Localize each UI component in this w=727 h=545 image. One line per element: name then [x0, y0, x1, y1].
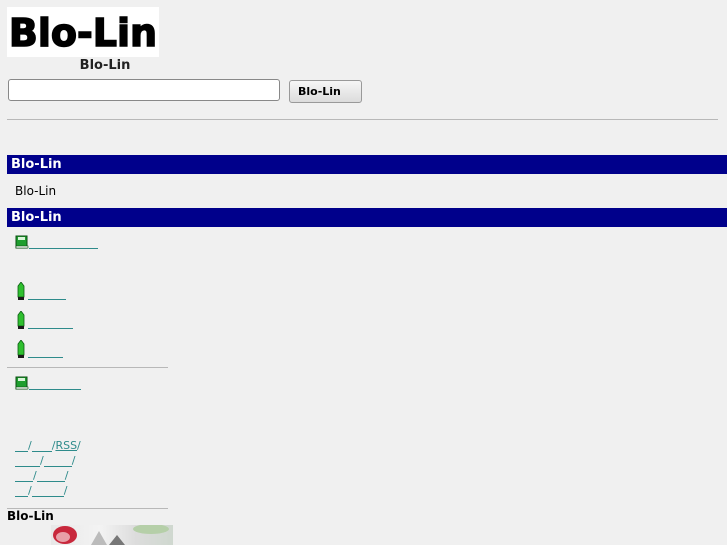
- list-divider: [7, 367, 168, 368]
- thumbnail-image[interactable]: [51, 525, 173, 545]
- thumbnail-graphic: [53, 525, 169, 545]
- path-link[interactable]: [15, 469, 33, 482]
- path-link[interactable]: [15, 439, 28, 452]
- path-link[interactable]: [31, 439, 52, 452]
- pencil-icon: [17, 310, 25, 329]
- pencil-icon: [17, 281, 25, 300]
- pencil-icon: [17, 339, 25, 358]
- site-logo[interactable]: Blo-Lin: [7, 7, 159, 57]
- category-item[interactable]: [15, 235, 98, 249]
- section-bar: Blo-Lin: [7, 208, 727, 227]
- book-icon: [15, 376, 29, 390]
- search-input[interactable]: [8, 79, 280, 101]
- path-link[interactable]: [31, 484, 64, 497]
- path-links: / /: [15, 484, 67, 497]
- category-link[interactable]: [29, 376, 81, 390]
- entry-item[interactable]: [17, 310, 73, 329]
- path-link[interactable]: [15, 484, 28, 497]
- path-links: / /: [15, 469, 68, 482]
- category-link[interactable]: [29, 235, 98, 249]
- path-links: //RSS/: [15, 439, 81, 452]
- section-bar: Blo-Lin: [7, 155, 727, 174]
- search-button[interactable]: Blo-Lin: [289, 80, 362, 103]
- entry-item[interactable]: [17, 339, 63, 358]
- section-text: Blo-Lin: [15, 184, 57, 198]
- site-name: Blo-Lin: [79, 58, 131, 73]
- path-link[interactable]: [15, 454, 40, 467]
- path-link[interactable]: [43, 454, 72, 467]
- entry-link[interactable]: [25, 286, 66, 300]
- header-divider: [7, 119, 718, 120]
- book-icon: [15, 235, 29, 249]
- logo-image: Blo-Lin: [9, 10, 157, 55]
- entry-item[interactable]: [17, 281, 66, 300]
- footer-title: Blo-Lin: [7, 509, 54, 523]
- category-item[interactable]: [15, 376, 81, 390]
- entry-link[interactable]: [25, 315, 73, 329]
- path-link[interactable]: [36, 469, 65, 482]
- logo-text: Blo-Lin: [9, 11, 157, 55]
- entry-link[interactable]: [25, 344, 63, 358]
- rss-link[interactable]: RSS: [55, 439, 77, 452]
- path-links: / /: [15, 454, 75, 467]
